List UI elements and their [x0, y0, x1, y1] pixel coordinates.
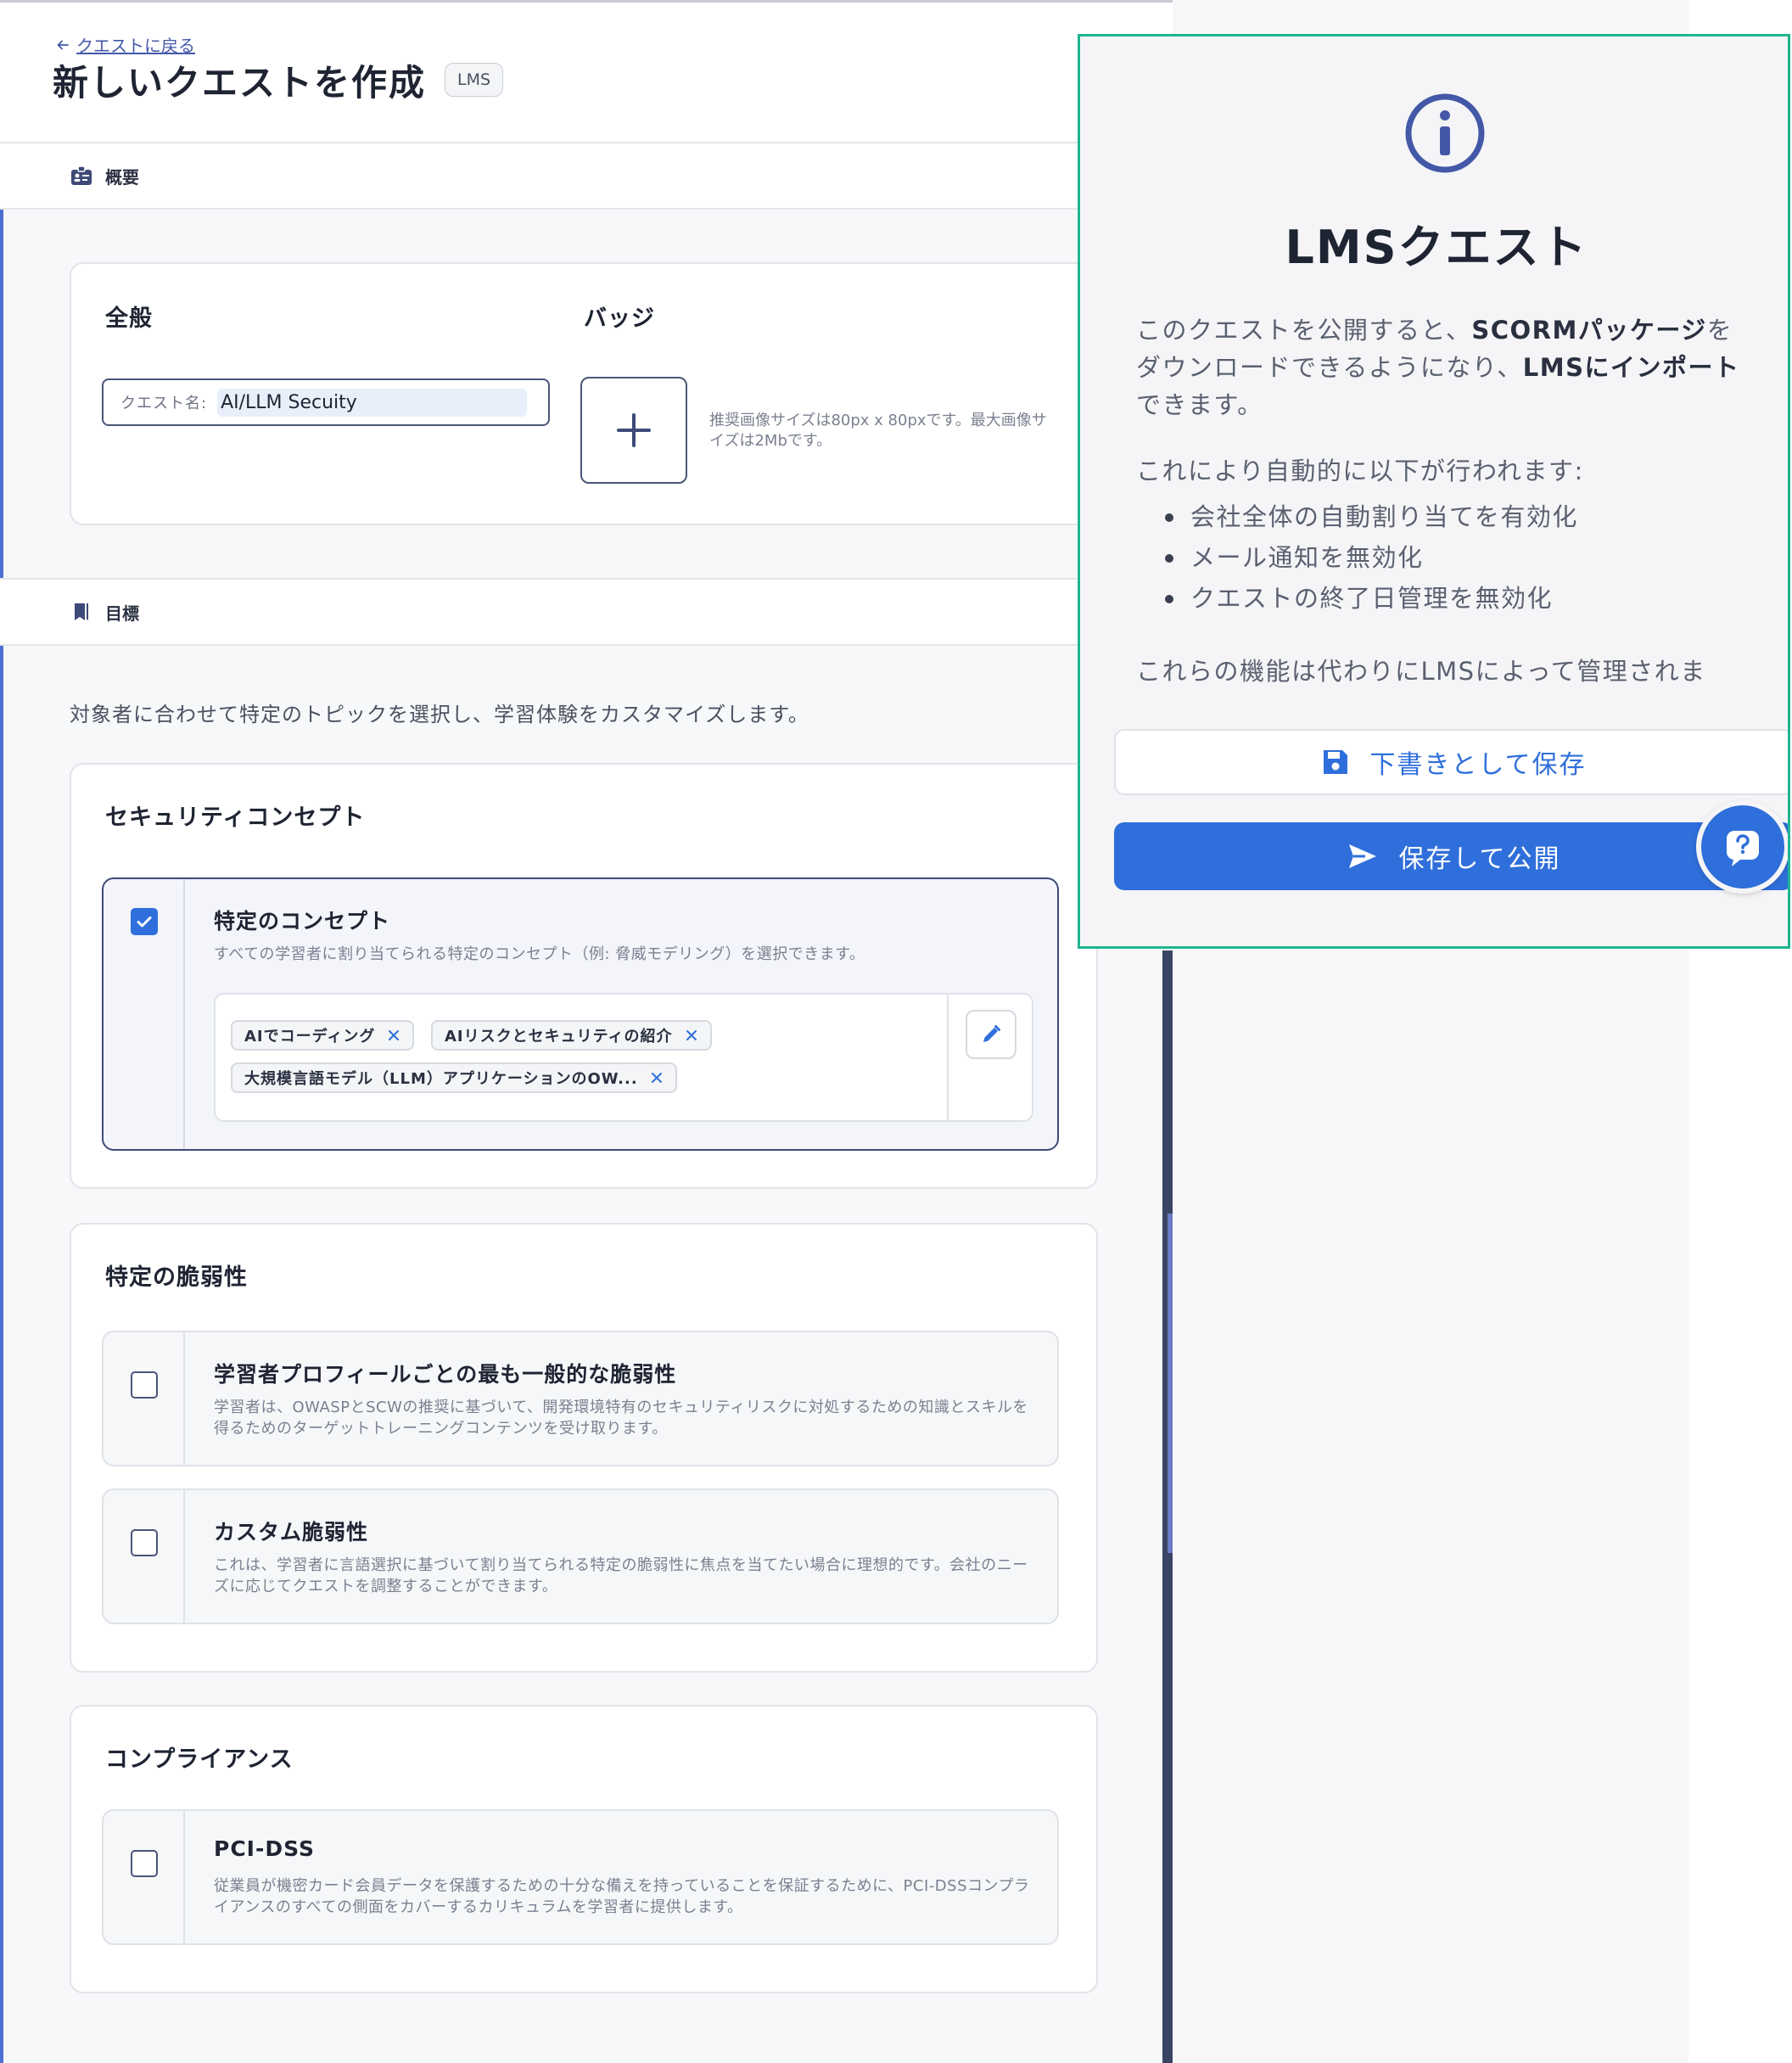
- tag-label: 大規模言語モデル（LLM）アプリケーションのOW...: [244, 1070, 638, 1088]
- lms-import-text: LMSにインポート: [1522, 353, 1740, 382]
- remove-tag-icon[interactable]: [650, 1071, 664, 1085]
- checkbox-unchecked[interactable]: [131, 1850, 158, 1877]
- concept-tag[interactable]: AIリスクとセキュリティの紹介: [431, 1020, 712, 1051]
- page-title: 新しいクエストを作成: [53, 62, 427, 104]
- option-title: 特定のコンセプト: [214, 909, 391, 933]
- floppy-disk-icon: [1324, 750, 1348, 774]
- quest-name-value[interactable]: AI/LLM Secuity: [217, 388, 527, 417]
- tags-divider: [947, 995, 949, 1120]
- option-title: カスタム脆弱性: [214, 1520, 369, 1544]
- arrow-left-icon: [57, 40, 69, 49]
- scrollbar-thumb[interactable]: [1168, 1214, 1173, 1553]
- panel-paragraph-publish: このクエストを公開すると、SCORMパッケージをダウンロードできるようになり、L…: [1136, 311, 1756, 423]
- edit-concepts-button[interactable]: [966, 1010, 1016, 1059]
- remove-tag-icon[interactable]: [685, 1029, 698, 1042]
- option-title: 学習者プロフィールごとの最も一般的な脆弱性: [214, 1362, 677, 1387]
- remove-tag-icon[interactable]: [387, 1029, 400, 1042]
- id-card-icon: [71, 165, 92, 185]
- checkbox-checked[interactable]: [131, 908, 158, 935]
- checkbox-column: [104, 1332, 185, 1465]
- save-draft-button[interactable]: 下書きとして保存: [1114, 729, 1788, 795]
- option-common-vulnerabilities[interactable]: 学習者プロフィールごとの最も一般的な脆弱性 学習者は、OWASPとSCWの推奨に…: [102, 1331, 1059, 1466]
- pencil-icon: [983, 1025, 1000, 1042]
- badge-size-hint: 推奨画像サイズは80px x 80pxです。最大画像サイズは2Mbです。: [709, 412, 1047, 450]
- bullet-item: クエストの終了日管理を無効化: [1165, 578, 1578, 619]
- save-and-publish-button[interactable]: 保存して公開: [1114, 822, 1788, 890]
- concept-tag[interactable]: 大規模言語モデル（LLM）アプリケーションのOW...: [231, 1062, 677, 1093]
- section-title: 目標: [105, 603, 139, 624]
- check-icon: [137, 917, 152, 928]
- concept-tags-box: AIでコーディング AIリスクとセキュリティの紹介 大規模言語モデル（LLM）ア…: [214, 993, 1033, 1122]
- quest-name-input[interactable]: クエスト名: AI/LLM Secuity: [102, 378, 550, 426]
- lms-info-panel: LMSクエスト このクエストを公開すると、SCORMパッケージをダウンロードでき…: [1078, 34, 1790, 949]
- concept-tag[interactable]: AIでコーディング: [231, 1020, 415, 1051]
- badge-heading: バッジ: [584, 306, 655, 332]
- tag-label: AIでコーディング: [244, 1028, 376, 1046]
- option-subtitle: すべての学習者に割り当てられる特定のコンセプト（例: 脅威モデリング）を選択でき…: [214, 945, 865, 963]
- checkbox-unchecked[interactable]: [131, 1529, 158, 1556]
- compliance-heading: コンプライアンス: [105, 1746, 294, 1773]
- panel-bullet-list: 会社全体の自動割り当てを有効化 メール通知を無効化 クエストの終了日管理を無効化: [1165, 496, 1578, 619]
- option-title: PCI-DSS: [214, 1836, 315, 1861]
- info-icon: [1405, 93, 1485, 173]
- panel-paragraph-auto: これにより自動的に以下が行われます:: [1136, 457, 1584, 485]
- quest-name-label: クエスト名:: [120, 395, 208, 412]
- add-badge-button[interactable]: [580, 377, 687, 484]
- security-concepts-heading: セキュリティコンセプト: [105, 804, 366, 831]
- save-draft-label: 下書きとして保存: [1369, 750, 1587, 780]
- vulnerabilities-heading: 特定の脆弱性: [105, 1264, 248, 1291]
- panel-title: LMSクエスト: [1285, 221, 1588, 274]
- option-subtitle: これは、学習者に言語選択に基づいて割り当てられる特定の脆弱性に焦点を当てたい場合…: [214, 1556, 1028, 1595]
- checkbox-column: [104, 1811, 185, 1943]
- bullet-item: メール通知を無効化: [1165, 537, 1578, 578]
- section-header-overview[interactable]: 概要: [0, 142, 1095, 210]
- plus-icon: [617, 413, 651, 447]
- para-text: このクエストを公開すると、: [1136, 316, 1472, 345]
- tag-label: AIリスクとセキュリティの紹介: [445, 1028, 673, 1046]
- option-pci-dss[interactable]: PCI-DSS 従業員が機密カード会員データを保護するための十分な備えを持ってい…: [102, 1809, 1059, 1945]
- back-link-label[interactable]: クエストに戻る: [76, 32, 195, 57]
- option-subtitle: 従業員が機密カード会員データを保護するための十分な備えを持っていることを保証する…: [214, 1877, 1030, 1916]
- help-chat-button[interactable]: [1696, 800, 1788, 894]
- send-icon: [1349, 844, 1377, 868]
- section-header-goals[interactable]: 目標: [0, 578, 1095, 646]
- checkbox-column: [104, 1490, 185, 1623]
- goals-description: 対象者に合わせて特定のトピックを選択し、学習体験をカスタマイズします。: [70, 703, 809, 726]
- back-to-quests-link[interactable]: クエストに戻る: [56, 32, 195, 57]
- lms-chip: LMS: [445, 63, 504, 97]
- help-chat-icon: [1727, 831, 1759, 866]
- save-and-publish-label: 保存して公開: [1398, 844, 1561, 874]
- option-subtitle: 学習者は、OWASPとSCWの推奨に基づいて、開発環境特有のセキュリティリスクに…: [214, 1399, 1028, 1438]
- option-specific-concepts[interactable]: 特定のコンセプト すべての学習者に割り当てられる特定のコンセプト（例: 脅威モデ…: [102, 877, 1059, 1151]
- para-text: できます。: [1136, 390, 1263, 419]
- bookmarks-icon: [75, 603, 88, 620]
- panel-paragraph-managed: これらの機能は代わりにLMSによって管理されま: [1136, 657, 1706, 686]
- option-custom-vulnerabilities[interactable]: カスタム脆弱性 これは、学習者に言語選択に基づいて割り当てられる特定の脆弱性に焦…: [102, 1488, 1059, 1624]
- scorm-package-text: SCORMパッケージ: [1471, 316, 1707, 345]
- bullet-item: 会社全体の自動割り当てを有効化: [1165, 496, 1578, 537]
- checkbox-unchecked[interactable]: [131, 1371, 158, 1399]
- section-title: 概要: [105, 166, 139, 188]
- general-heading: 全般: [105, 306, 153, 332]
